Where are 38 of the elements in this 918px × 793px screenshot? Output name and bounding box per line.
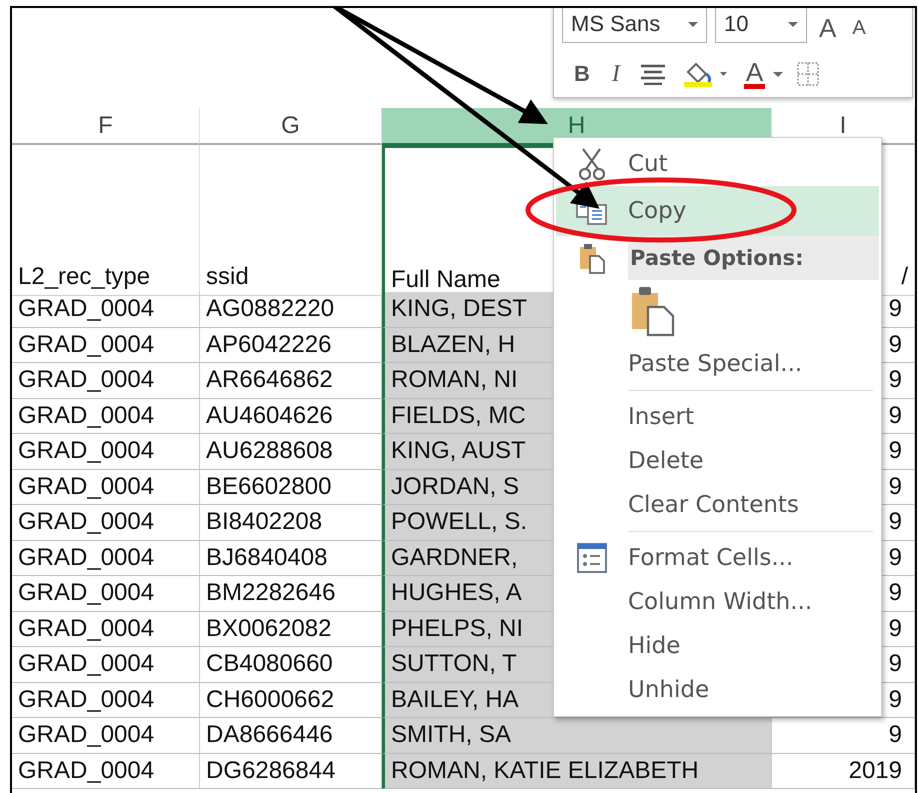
table-cell: GRAD_0004	[12, 647, 200, 682]
column-header[interactable]: F	[12, 108, 200, 145]
table-cell: GRAD_0004	[12, 754, 200, 789]
table-cell: GRAD_0004	[12, 363, 200, 398]
table-cell: GRAD_0004	[12, 328, 200, 363]
table-cell: SMITH, SA	[382, 718, 772, 754]
borders-icon[interactable]	[797, 62, 820, 86]
shrink-font-button[interactable]: A	[848, 16, 870, 40]
table-cell: GRAD_0004	[12, 682, 200, 718]
table-cell: GRAD_0004	[12, 505, 200, 540]
table-cell: L2_rec_type	[12, 145, 200, 296]
table-cell: GRAD_0004	[12, 576, 200, 612]
font-dropdown[interactable]: MS Sans	[562, 8, 707, 43]
caret-icon	[773, 72, 784, 76]
table-cell: GRAD_0004	[12, 718, 200, 754]
font-color-button[interactable]: A	[744, 60, 784, 88]
table-cell: GRAD_0004	[12, 470, 200, 505]
menu-section-heading: Paste Options:	[628, 236, 879, 280]
table-cell: 2019	[772, 754, 915, 789]
table-cell: ssid	[200, 145, 382, 296]
bold-button[interactable]: B	[570, 61, 594, 87]
table-cell: GRAD_0004	[12, 398, 200, 434]
scissors-icon	[578, 147, 606, 181]
table-cell: GRAD_0004	[12, 434, 200, 470]
table-cell: 9	[772, 718, 915, 754]
fill-color-icon[interactable]	[682, 60, 730, 88]
table-cell: GRAD_0004	[12, 292, 200, 328]
caret-icon	[688, 22, 698, 26]
format-cells-icon	[576, 542, 608, 574]
font-size-dropdown[interactable]: 10	[715, 8, 807, 43]
menu-item[interactable]: Copy	[556, 186, 879, 236]
clipboard-icon	[578, 242, 606, 274]
italic-button[interactable]: I	[608, 60, 624, 88]
caret-icon	[788, 22, 798, 26]
table-cell: ROMAN, KATIE ELIZABETH	[382, 754, 772, 789]
grow-font-button[interactable]: A	[815, 12, 840, 44]
table-cell: GRAD_0004	[12, 612, 200, 647]
table-cell: GRAD_0004	[12, 540, 200, 576]
